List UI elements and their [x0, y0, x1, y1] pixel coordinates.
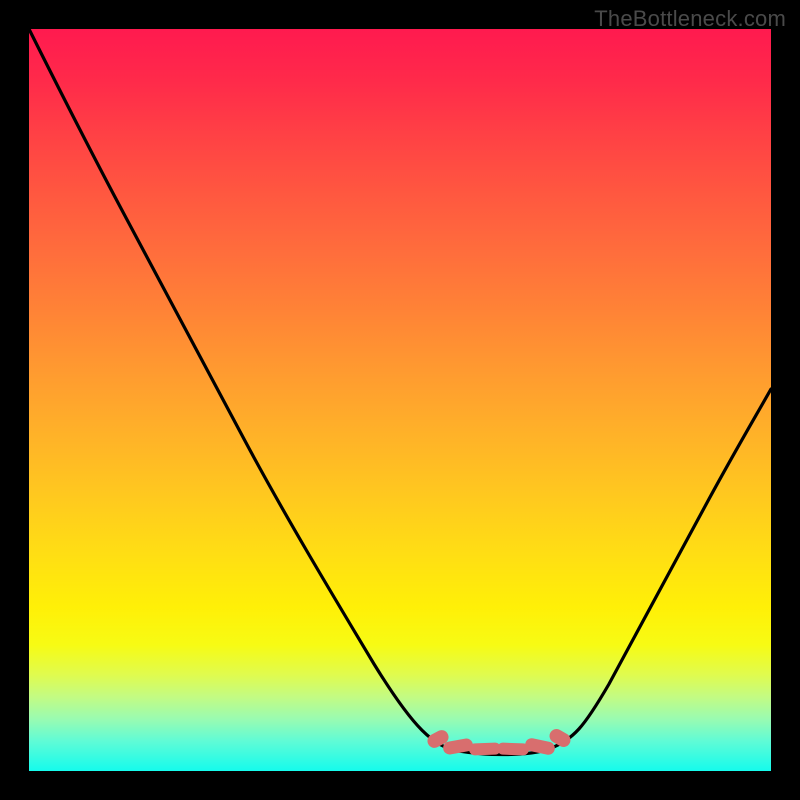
watermark-text: TheBottleneck.com	[594, 6, 786, 32]
chart-plot-area	[29, 29, 771, 771]
bottleneck-curve	[29, 29, 771, 771]
curve-path	[29, 29, 771, 755]
